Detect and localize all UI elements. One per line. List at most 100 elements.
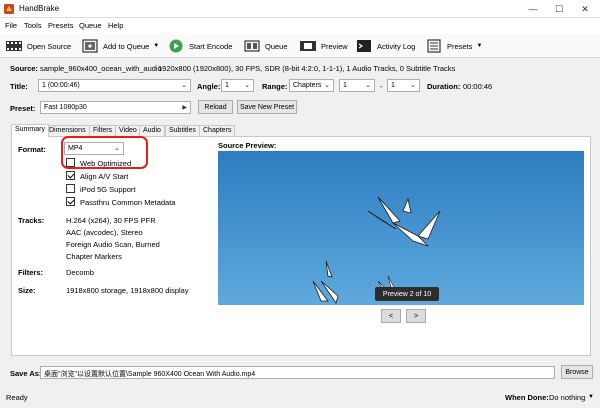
tab-filters[interactable]: Filters — [89, 125, 117, 136]
queue-icon — [244, 40, 260, 52]
chevron-down-icon: ⌄ — [324, 82, 330, 89]
activity-log-button[interactable]: Activity Log — [356, 37, 415, 55]
size-label: Size: — [18, 286, 36, 295]
when-done-label: When Done: — [505, 393, 549, 402]
angle-select-value: 1 — [225, 82, 229, 89]
tab-dimensions[interactable]: Dimensions — [45, 125, 90, 136]
angle-label: Angle: — [197, 82, 221, 91]
range-label: Range: — [262, 82, 288, 91]
activity-log-label: Activity Log — [377, 41, 416, 51]
duration-label: Duration: — [427, 82, 461, 91]
track-item: AAC (avcodec), Stereo — [66, 228, 143, 237]
chevron-down-icon: ⌄ — [365, 82, 371, 89]
presets-label: Presets — [447, 41, 473, 51]
maximize-button[interactable]: ☐ — [548, 0, 570, 18]
presets-button[interactable]: Presets ▼ — [426, 37, 482, 55]
range-type-select[interactable]: Chapters ⌄ — [289, 79, 334, 92]
status-bar: Ready When Done: Do nothing ▼ — [0, 388, 600, 408]
tab-video[interactable]: Video — [115, 125, 141, 136]
play-icon — [169, 39, 183, 53]
open-source-button[interactable]: Open Source — [6, 37, 71, 55]
film-strip-icon — [6, 41, 22, 51]
menu-presets[interactable]: Presets — [48, 21, 73, 30]
tab-subtitles[interactable]: Subtitles — [165, 125, 200, 136]
when-done-select[interactable]: Do nothing — [549, 393, 585, 402]
close-button[interactable]: ✕ — [574, 0, 596, 18]
angle-select[interactable]: 1 ⌄ — [221, 79, 254, 92]
source-info: 1920x800 (1920x800), 30 FPS, SDR (8-bit … — [158, 64, 456, 73]
title-select[interactable]: 1 (00:00:46) ⌄ — [38, 79, 191, 92]
chevron-down-icon: ⌄ — [181, 82, 187, 89]
range-separator: - — [380, 82, 383, 91]
presets-dropdown-icon[interactable]: ▼ — [476, 43, 482, 49]
reload-button[interactable]: Reload — [198, 100, 233, 114]
track-item: H.264 (x264), 30 FPS PFR — [66, 216, 156, 225]
preset-select-value: Fast 1080p30 — [44, 104, 87, 111]
handbrake-logo-icon — [4, 4, 14, 14]
range-start-select[interactable]: 1 ⌄ — [339, 79, 375, 92]
title-label: Title: — [10, 82, 28, 91]
preset-label: Preset: — [10, 104, 36, 113]
tracks-label: Tracks: — [18, 216, 45, 225]
passthru-checkbox[interactable] — [66, 197, 75, 206]
previous-preview-button[interactable]: < — [381, 309, 401, 323]
save-as-label: Save As: — [10, 369, 42, 378]
next-preview-button[interactable]: > — [406, 309, 426, 323]
preview-film-icon — [300, 41, 316, 51]
menu-file[interactable]: File — [5, 21, 17, 30]
open-source-label: Open Source — [27, 41, 72, 51]
align-av-label: Align A/V Start — [80, 172, 129, 181]
browse-button[interactable]: Browse — [561, 365, 593, 379]
ipod-label: iPod 5G Support — [80, 185, 136, 194]
presets-icon — [427, 39, 441, 53]
highlight-annotation — [61, 136, 148, 169]
terminal-icon — [357, 40, 371, 52]
filters-label: Filters: — [18, 268, 44, 277]
add-queue-dropdown-icon[interactable]: ▼ — [153, 43, 159, 49]
title-bar: HandBrake — ☐ ✕ — [0, 0, 600, 18]
start-encode-button[interactable]: Start Encode — [168, 37, 232, 55]
ipod-checkbox[interactable] — [66, 184, 75, 193]
track-item: Foreign Audio Scan, Burned — [66, 240, 160, 249]
add-to-queue-label: Add to Queue — [103, 41, 150, 51]
save-as-path-input[interactable]: 桌面"浏览"以设置默认位置\Sample 960X400 Ocean With … — [40, 366, 555, 379]
save-new-preset-button[interactable]: Save New Preset — [237, 100, 297, 114]
preview-counter-badge: Preview 2 of 10 — [375, 287, 439, 301]
preview-button[interactable]: Preview — [300, 37, 348, 55]
toolbar: Open Source Add to Queue ▼ Start Encode … — [0, 34, 600, 58]
range-end-select[interactable]: 1 ⌄ — [387, 79, 420, 92]
status-text: Ready — [6, 393, 28, 402]
track-item: Chapter Markers — [66, 252, 122, 261]
chevron-down-icon: ⌄ — [244, 82, 250, 89]
queue-button[interactable]: Queue — [244, 37, 288, 55]
duration-value: 00:00:46 — [463, 82, 493, 91]
chevron-down-icon: ⌄ — [410, 82, 416, 89]
title-select-value: 1 (00:00:46) — [42, 82, 80, 89]
menu-bar: File Tools Presets Queue Help — [0, 18, 600, 34]
preset-select[interactable]: Fast 1080p30 ▶ — [40, 101, 191, 114]
align-av-checkbox[interactable] — [66, 171, 75, 180]
range-end-value: 1 — [391, 82, 395, 89]
tab-chapters[interactable]: Chapters — [199, 125, 236, 136]
filters-value: Decomb — [66, 268, 94, 277]
source-name: sample_960x400_ocean_with_audio — [40, 64, 162, 73]
preview-image — [218, 151, 584, 305]
seabirds-image — [218, 151, 584, 305]
menu-tools[interactable]: Tools — [24, 21, 42, 30]
chevron-right-icon: ▶ — [182, 105, 187, 111]
menu-queue[interactable]: Queue — [79, 21, 102, 30]
tab-audio[interactable]: Audio — [139, 125, 165, 136]
range-type-value: Chapters — [293, 82, 322, 89]
menu-help[interactable]: Help — [108, 21, 123, 30]
range-start-value: 1 — [343, 82, 347, 89]
add-to-queue-button[interactable]: Add to Queue ▼ — [82, 37, 159, 55]
format-label: Format: — [18, 145, 46, 154]
minimize-button[interactable]: — — [522, 0, 544, 18]
queue-label: Queue — [265, 41, 288, 51]
size-value: 1918x800 storage, 1918x800 display — [66, 286, 189, 295]
window-title: HandBrake — [19, 4, 60, 13]
preview-label: Preview — [321, 41, 348, 51]
source-preview-label: Source Preview: — [218, 141, 277, 150]
when-done-dropdown-icon[interactable]: ▼ — [588, 394, 594, 400]
tab-summary[interactable]: Summary — [11, 124, 49, 137]
